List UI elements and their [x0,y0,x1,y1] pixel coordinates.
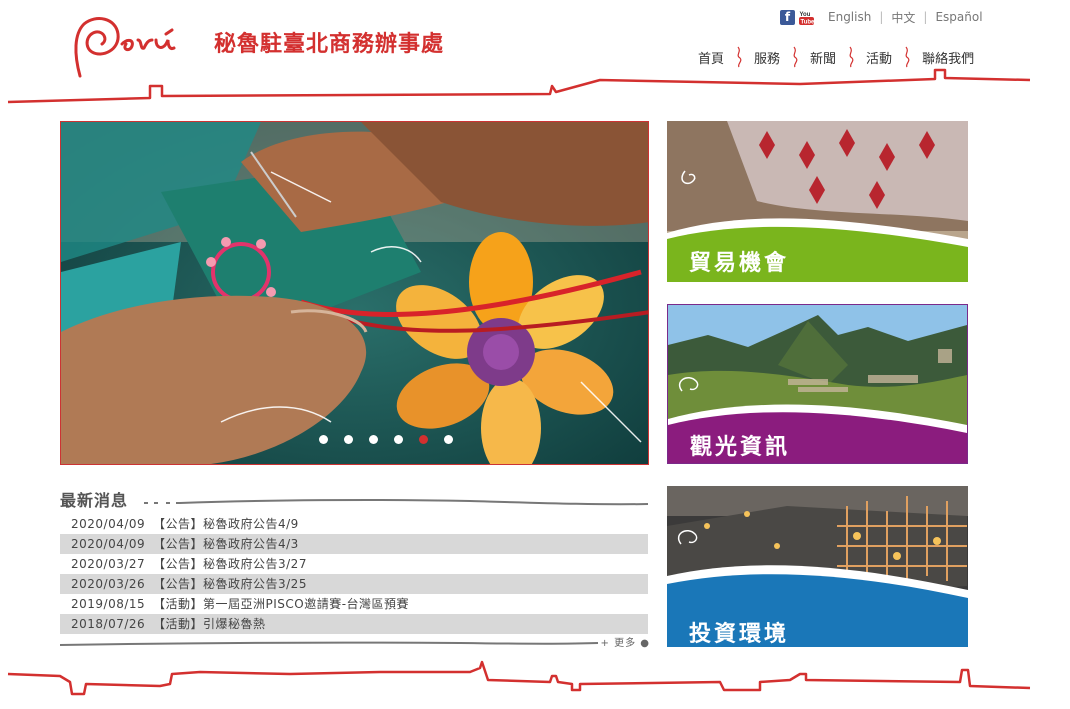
news-item[interactable]: 2020/03/27 【公告】秘魯政府公告3/27 [60,554,648,574]
news-more-row: + 更多 ● [59,634,650,649]
news-item[interactable]: 2019/08/15 【活動】第一屆亞洲PISCO邀請賽-台灣區預賽 [60,594,648,614]
tile-investment-environment[interactable]: 投資環境 [667,486,968,647]
slide-dot[interactable] [444,435,453,444]
news-headline: 【公告】秘魯政府公告3/25 [153,577,307,591]
slide-dot[interactable] [394,435,403,444]
news-item[interactable]: 2020/04/09 【公告】秘魯政府公告4/9 [60,514,648,534]
lang-spanish-link[interactable]: Español [927,10,990,24]
hero-embroidery-image [61,122,648,464]
slide-dot-active[interactable] [419,435,428,444]
lang-english-link[interactable]: English [820,10,879,24]
news-item[interactable]: 2020/04/09 【公告】秘魯政府公告4/3 [60,534,648,554]
lang-chinese-link[interactable]: 中文 [883,9,923,26]
news-section-title: 最新消息 [60,491,129,510]
news-date: 2020/03/26 [71,577,146,591]
tile-tourism-label: 觀光資訊 [690,435,791,460]
news-headline: 【活動】第一屆亞洲PISCO邀請賽-台灣區預賽 [153,597,410,611]
news-date: 2020/04/09 [71,517,146,531]
news-date: 2019/08/15 [71,597,146,611]
language-bar: f You Tube English | 中文 | Español [780,8,991,26]
slide-dot[interactable] [369,435,378,444]
news-title-underline [144,498,649,506]
news-footer-underline [59,641,599,646]
tile-tourism-info[interactable]: 觀光資訊 [667,304,968,464]
news-item[interactable]: 2020/03/26 【公告】秘魯政府公告3/25 [60,574,648,594]
tile-investment-label: 投資環境 [689,622,790,647]
header-decorative-line [7,68,1031,104]
news-date: 2018/07/26 [71,617,146,631]
hero-slider[interactable] [60,121,649,465]
site-title: 秘魯駐臺北商務辦事處 [214,32,445,57]
youtube-icon[interactable]: You Tube [799,9,815,25]
news-list: 2020/04/09 【公告】秘魯政府公告4/9 2020/04/09 【公告】秘魯… [60,514,648,634]
news-more-link[interactable]: + 更多 ● [601,634,650,649]
slide-dot[interactable] [319,435,328,444]
news-date: 2020/03/27 [71,557,146,571]
news-more-label: + 更多 [600,638,637,649]
news-headline: 【公告】秘魯政府公告4/9 [153,517,299,531]
tile-trade-opportunities[interactable]: 貿易機會 [667,121,968,282]
facebook-icon[interactable]: f [780,9,795,25]
news-headline: 【公告】秘魯政府公告3/27 [153,557,307,571]
news-date: 2020/04/09 [71,537,146,551]
news-item[interactable]: 2018/07/26 【活動】引爆秘魯熱 [60,614,648,634]
svg-text:Tube: Tube [801,19,815,25]
slide-dot[interactable] [344,435,353,444]
hero-slide-dots [319,435,453,444]
news-headline: 【活動】引爆秘魯熱 [153,617,266,631]
footer-decorative-line [7,660,1031,696]
news-headline: 【公告】秘魯政府公告4/3 [153,537,299,551]
tile-trade-label: 貿易機會 [689,251,790,276]
